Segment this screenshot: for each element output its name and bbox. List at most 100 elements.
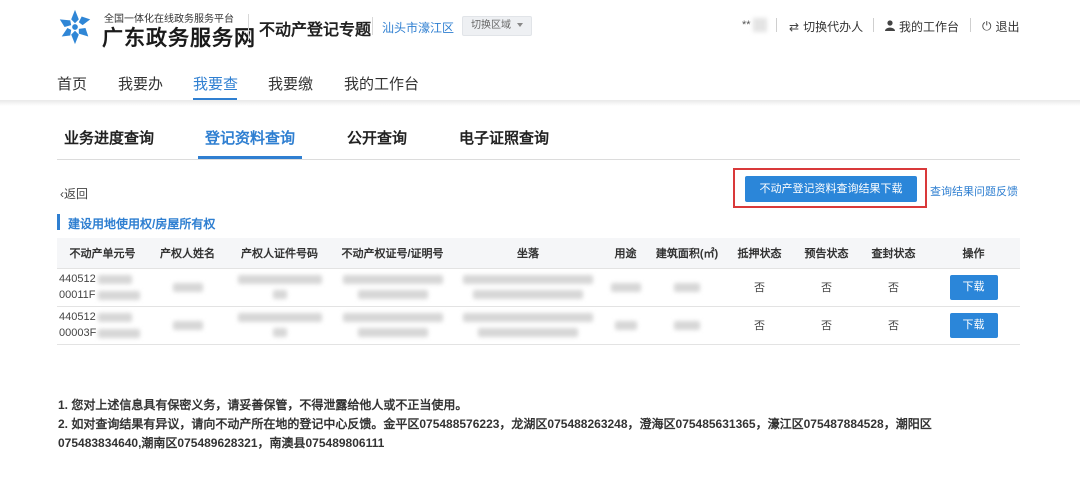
blurred-text xyxy=(342,313,443,322)
header-divider xyxy=(873,18,874,32)
cell-usage xyxy=(603,306,648,345)
cell-unit-no: 440512 00003F xyxy=(57,306,148,345)
header-divider xyxy=(970,18,971,32)
col-seal: 查封状态 xyxy=(860,238,927,269)
swap-icon: ⇄ xyxy=(789,19,800,34)
cell-seal: 否 xyxy=(860,306,927,345)
unit-prefix: 440512 xyxy=(59,311,96,323)
cell-mortgage: 否 xyxy=(726,268,793,307)
topic-title: 不动产登记专题 xyxy=(259,22,372,39)
blurred-text xyxy=(97,274,132,284)
back-link[interactable]: ‹返回 xyxy=(60,185,88,202)
nav-divider xyxy=(0,100,1080,106)
blurred-text xyxy=(237,275,322,284)
tab-e-certificate-query[interactable]: 电子证照查询 xyxy=(459,127,549,148)
blurred-text xyxy=(97,312,132,322)
table-header-row: 不动产单元号 产权人姓名 产权人证件号码 不动产权证号/证明号 坐落 用途 建筑… xyxy=(57,238,1020,269)
blurred-text xyxy=(237,313,322,322)
blurred-name xyxy=(752,18,767,32)
blurred-text xyxy=(272,290,287,299)
switch-region-dropdown[interactable]: 切换区域 xyxy=(462,16,532,36)
cell-seal: 否 xyxy=(860,268,927,307)
cell-unit-no: 440512 00011F xyxy=(57,268,148,307)
cell-location xyxy=(453,306,603,345)
unit-prefix: 00011F xyxy=(59,289,96,301)
nav-handle[interactable]: 我要办 xyxy=(118,73,163,94)
cell-area xyxy=(648,268,726,307)
col-notice: 预告状态 xyxy=(793,238,860,269)
nav-home[interactable]: 首页 xyxy=(57,73,87,94)
gd-logo-icon[interactable] xyxy=(56,8,94,46)
chevron-down-icon xyxy=(517,23,523,28)
switch-region-label: 切换区域 xyxy=(471,20,511,31)
col-owner-id: 产权人证件号码 xyxy=(227,238,332,269)
note-confidentiality: 1. 您对上述信息具有保密义务，请妥善保管，不得泄露给他人或不正当使用。 xyxy=(58,398,468,412)
section-marker xyxy=(57,214,60,230)
user-icon xyxy=(885,19,895,34)
cell-owner-name xyxy=(148,306,227,345)
col-unit-no: 不动产单元号 xyxy=(57,238,148,269)
logout-link[interactable]: ⏻ 退出 xyxy=(982,18,1020,35)
blurred-text xyxy=(674,320,700,330)
cell-usage xyxy=(603,268,648,307)
blurred-text xyxy=(473,290,583,299)
blurred-text xyxy=(98,328,141,338)
blurred-text xyxy=(610,282,641,292)
cell-action: 下载 xyxy=(927,268,1020,307)
col-usage: 用途 xyxy=(603,238,648,269)
header-divider xyxy=(776,18,777,32)
table-row: 440512 00003F 否 否 否 下载 xyxy=(57,306,1020,345)
feedback-link[interactable]: 查询结果问题反馈 xyxy=(930,183,1018,199)
tab-progress-query[interactable]: 业务进度查询 xyxy=(64,127,154,148)
row-download-button[interactable]: 下载 xyxy=(949,274,998,300)
unit-prefix: 00003F xyxy=(59,327,97,339)
nav-query[interactable]: 我要查 xyxy=(193,73,238,94)
blurred-text xyxy=(614,320,637,330)
blurred-text xyxy=(463,313,593,322)
cell-location xyxy=(453,268,603,307)
my-workbench-label: 我的工作台 xyxy=(899,20,960,34)
switch-agent-link[interactable]: ⇄ 切换代办人 xyxy=(789,18,863,35)
cell-notice: 否 xyxy=(793,306,860,345)
my-workbench-link[interactable]: 我的工作台 xyxy=(885,18,959,35)
cell-notice: 否 xyxy=(793,268,860,307)
user-name-masked: ** xyxy=(742,18,767,32)
masked-user-text: ** xyxy=(742,18,751,31)
header-divider xyxy=(372,17,373,35)
blurred-text xyxy=(272,328,287,337)
cell-cert-no xyxy=(332,306,453,345)
logo-title[interactable]: 广东政务服务网 xyxy=(102,22,256,52)
tab-registration-query[interactable]: 登记资料查询 xyxy=(205,127,295,148)
cell-owner-name xyxy=(148,268,227,307)
nav-pay[interactable]: 我要缴 xyxy=(268,73,313,94)
col-owner-name: 产权人姓名 xyxy=(148,238,227,269)
header-divider xyxy=(248,14,249,40)
tab-divider xyxy=(57,159,1020,160)
cell-owner-id xyxy=(227,268,332,307)
site-header: 全国一体化在线政务服务平台 广东政务服务网 不动产登记专题 汕头市濠江区 切换区… xyxy=(0,0,1080,56)
blurred-text xyxy=(342,275,443,284)
blurred-text xyxy=(172,320,203,330)
note-feedback-contacts-cont: 075483834640,潮南区075489628321，南澳县07548980… xyxy=(58,436,385,450)
power-icon: ⏻ xyxy=(982,19,992,33)
note-feedback-contacts: 2. 如对查询结果有异议，请向不动产所在地的登记中心反馈。金平区07548857… xyxy=(58,417,932,431)
back-label: 返回 xyxy=(64,187,89,201)
table-row: 440512 00011F 否 否 否 下载 xyxy=(57,268,1020,307)
col-action: 操作 xyxy=(927,238,1020,269)
col-location: 坐落 xyxy=(453,238,603,269)
current-region: 汕头市濠江区 xyxy=(382,21,455,35)
row-download-button[interactable]: 下载 xyxy=(949,312,998,338)
cell-mortgage: 否 xyxy=(726,306,793,345)
switch-agent-label: 切换代办人 xyxy=(803,20,864,34)
results-table: 不动产单元号 产权人姓名 产权人证件号码 不动产权证号/证明号 坐落 用途 建筑… xyxy=(57,238,1020,345)
tab-public-query[interactable]: 公开查询 xyxy=(347,127,407,148)
cell-action: 下载 xyxy=(927,306,1020,345)
blurred-text xyxy=(172,282,203,292)
nav-workbench[interactable]: 我的工作台 xyxy=(344,73,419,94)
download-result-button[interactable]: 不动产登记资料查询结果下载 xyxy=(745,176,917,202)
blurred-text xyxy=(478,328,578,337)
col-cert-no: 不动产权证号/证明号 xyxy=(332,238,453,269)
blurred-text xyxy=(97,290,140,300)
unit-prefix: 440512 xyxy=(59,273,96,285)
logout-label: 退出 xyxy=(995,20,1020,34)
